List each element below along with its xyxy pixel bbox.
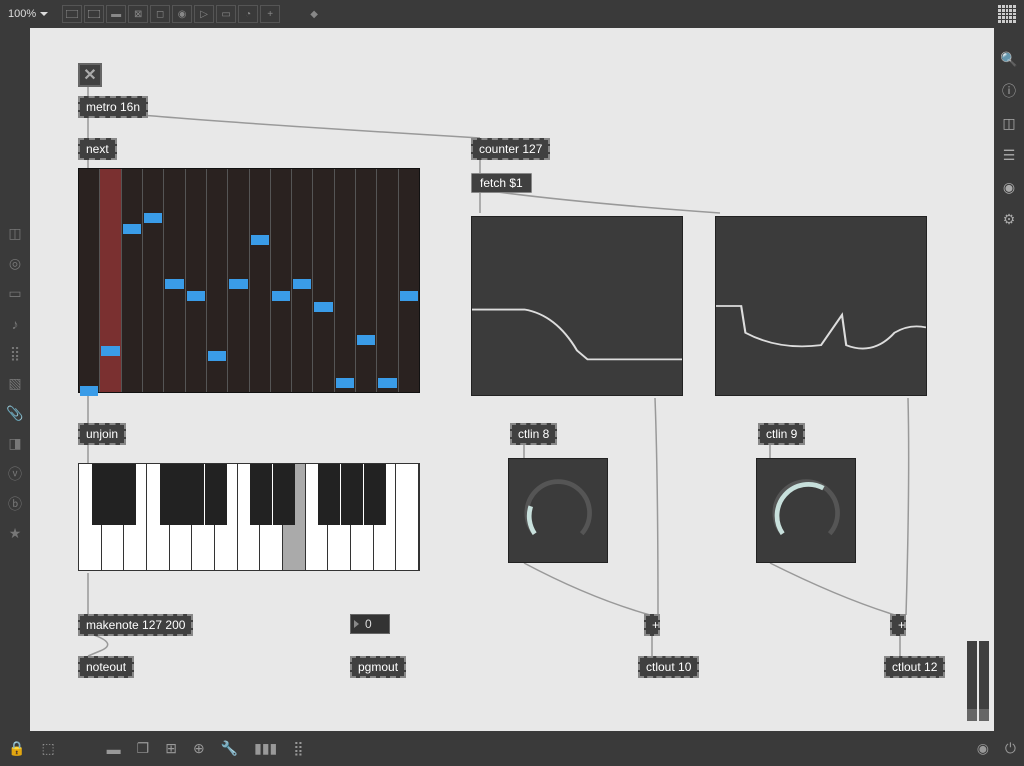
ctlout12-object[interactable]: ctlout 12 bbox=[884, 656, 945, 678]
wrench-icon[interactable]: 🔧 bbox=[221, 740, 238, 757]
pgmout-object[interactable]: pgmout bbox=[350, 656, 406, 678]
plug-icon[interactable]: ◨ bbox=[6, 435, 24, 453]
right-sidebar: 🔍 ⓘ ◫ ☰ ◉ ⚙ bbox=[994, 28, 1024, 731]
bottom-toolbar: 🔒 ⬚ ▬ ❐ ⊞ ⊕ 🔧 ▮▮▮ ⣿ ◉ ⏻ bbox=[0, 731, 1024, 766]
ctlin9-object[interactable]: ctlin 9 bbox=[758, 423, 805, 445]
transport-icon[interactable]: ◉ bbox=[977, 740, 989, 757]
tool-object-icon[interactable] bbox=[62, 5, 82, 23]
clip-icon[interactable]: 📎 bbox=[6, 405, 24, 423]
circle-icon[interactable]: ◎ bbox=[6, 255, 24, 273]
b-icon[interactable]: ⓑ bbox=[6, 495, 24, 513]
tool-number-icon[interactable]: ▷ bbox=[194, 5, 214, 23]
tool-paint-icon[interactable]: ◆ bbox=[304, 5, 324, 23]
metro-object[interactable]: metro 16n bbox=[78, 96, 148, 118]
tool-button-icon[interactable]: ◉ bbox=[172, 5, 192, 23]
present-icon[interactable]: ▬ bbox=[107, 741, 121, 757]
dial-2[interactable] bbox=[756, 458, 856, 563]
noteout-object[interactable]: noteout bbox=[78, 656, 134, 678]
align-icon[interactable]: ⊕ bbox=[193, 740, 205, 757]
output-meters bbox=[967, 641, 989, 721]
v-icon[interactable]: ⓥ bbox=[6, 465, 24, 483]
plus2-object[interactable]: + bbox=[890, 614, 906, 636]
top-right-grid-icon[interactable] bbox=[998, 5, 1016, 23]
tool-message-icon[interactable] bbox=[84, 5, 104, 23]
cube-icon[interactable]: ◫ bbox=[6, 225, 24, 243]
numbox[interactable]: 0 bbox=[350, 614, 390, 634]
unjoin-object[interactable]: unjoin bbox=[78, 423, 126, 445]
plus1-object[interactable]: + bbox=[644, 614, 660, 636]
next-object[interactable]: next bbox=[78, 138, 117, 160]
scope-2[interactable] bbox=[715, 216, 927, 396]
tool-toggle-icon[interactable]: ◻ bbox=[150, 5, 170, 23]
scope-1[interactable] bbox=[471, 216, 683, 396]
keyboard-object[interactable] bbox=[78, 463, 420, 571]
mixer-icon[interactable]: ⚙ bbox=[1000, 210, 1018, 228]
grid-snap-icon[interactable]: ⊞ bbox=[165, 740, 177, 757]
grid2-icon[interactable]: ⣿ bbox=[293, 740, 303, 757]
dial-1[interactable] bbox=[508, 458, 608, 563]
rect-icon[interactable]: ▭ bbox=[6, 285, 24, 303]
tool-add-icon[interactable]: + bbox=[260, 5, 280, 23]
image-icon[interactable]: ▧ bbox=[6, 375, 24, 393]
layers-icon[interactable]: ❐ bbox=[137, 740, 150, 757]
sliders-icon[interactable]: ⣿ bbox=[6, 345, 24, 363]
select-icon[interactable]: ⬚ bbox=[41, 740, 54, 757]
star-icon[interactable]: ★ bbox=[6, 525, 24, 543]
ctlin8-object[interactable]: ctlin 8 bbox=[510, 423, 557, 445]
tool-dial-icon[interactable]: ◔ bbox=[238, 5, 258, 23]
fetch-message[interactable]: fetch $1 bbox=[471, 173, 532, 193]
note-icon[interactable]: ♪ bbox=[6, 315, 24, 333]
left-sidebar: ◫ ◎ ▭ ♪ ⣿ ▧ 📎 ◨ ⓥ ⓑ ★ bbox=[0, 28, 30, 731]
tool-comment-icon[interactable]: ▬ bbox=[106, 5, 126, 23]
list-icon[interactable]: ☰ bbox=[1000, 146, 1018, 164]
zoom-dropdown[interactable]: 100% bbox=[8, 8, 48, 20]
split-icon[interactable]: ◫ bbox=[1000, 114, 1018, 132]
toggle-object[interactable]: ✕ bbox=[78, 63, 102, 87]
multislider[interactable] bbox=[78, 168, 420, 393]
bars-icon[interactable]: ▮▮▮ bbox=[254, 740, 277, 757]
search-icon[interactable]: 🔍 bbox=[1000, 50, 1018, 68]
tool-bang-icon[interactable]: ⊠ bbox=[128, 5, 148, 23]
info-icon[interactable]: ⓘ bbox=[1000, 82, 1018, 100]
top-toolbar: 100% ▬ ⊠ ◻ ◉ ▷ ▭ ◔ + ◆ bbox=[0, 0, 1024, 28]
patcher-canvas[interactable]: ✕ metro 16n next counter 127 fetch $1 un… bbox=[30, 28, 994, 731]
power-icon[interactable]: ⏻ bbox=[1005, 740, 1016, 757]
lock-icon[interactable]: 🔒 bbox=[8, 740, 25, 757]
camera-icon[interactable]: ◉ bbox=[1000, 178, 1018, 196]
makenote-object[interactable]: makenote 127 200 bbox=[78, 614, 193, 636]
tool-slider-icon[interactable]: ▭ bbox=[216, 5, 236, 23]
ctlout10-object[interactable]: ctlout 10 bbox=[638, 656, 699, 678]
counter-object[interactable]: counter 127 bbox=[471, 138, 550, 160]
